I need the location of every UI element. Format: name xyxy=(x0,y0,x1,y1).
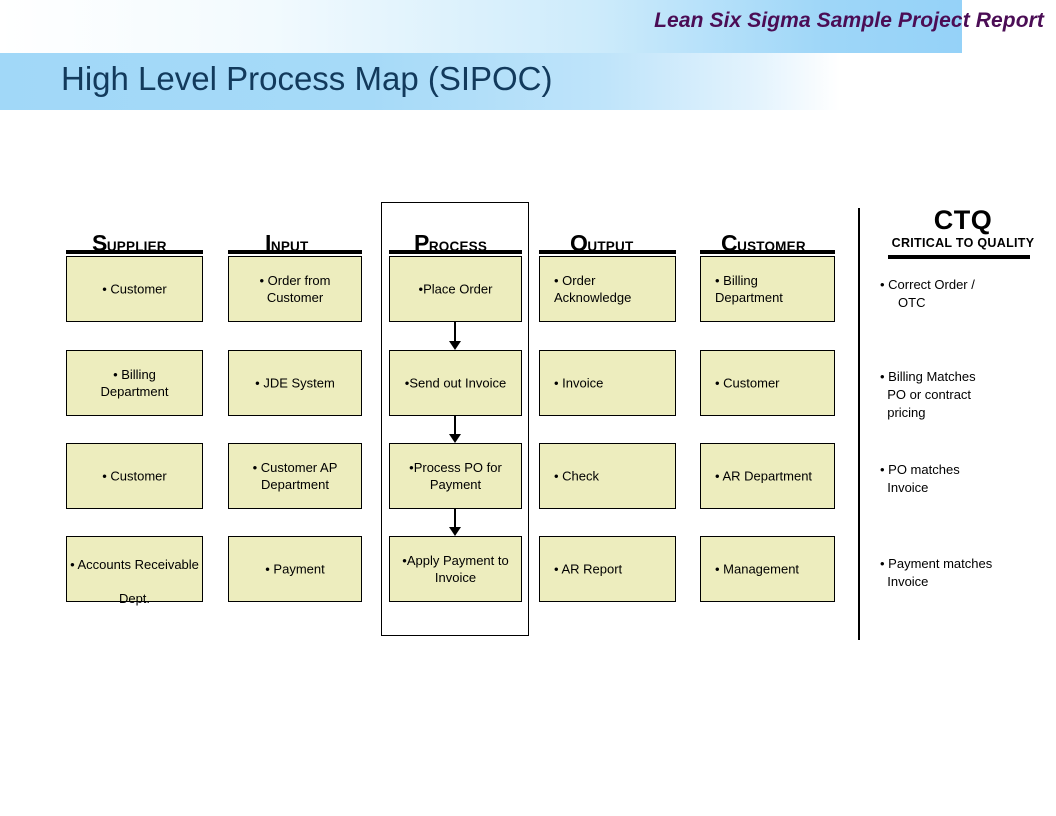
sipoc-box-input-2[interactable]: • JDE System xyxy=(228,350,362,416)
sipoc-box-process-2[interactable]: •Send out Invoice xyxy=(389,350,522,416)
ctq-item-4: • Payment matches Invoice xyxy=(880,556,993,589)
sipoc-box-label: • Customer xyxy=(102,281,167,297)
column-rule-supplier xyxy=(66,250,203,254)
sipoc-box-customer-4[interactable]: • Management xyxy=(700,536,835,602)
column-rule-input xyxy=(228,250,362,254)
page-title: High Level Process Map (SIPOC) xyxy=(61,60,553,97)
sipoc-box-label: • AR Department xyxy=(715,468,813,484)
sipoc-box-supplier-1[interactable]: • Customer xyxy=(66,256,203,322)
sipoc-box-customer-3[interactable]: • AR Department xyxy=(700,443,835,509)
sipoc-box-label: • Accounts Receivable Dept. xyxy=(70,557,199,606)
process-arrow-3 xyxy=(449,509,461,536)
sipoc-box-input-3[interactable]: • Customer AP Department xyxy=(228,443,362,509)
sipoc-box-label: • JDE System xyxy=(255,375,335,391)
column-rule-customer xyxy=(700,250,835,254)
sipoc-box-label: • Customer AP Department xyxy=(252,460,338,492)
sipoc-box-supplier-3[interactable]: • Customer xyxy=(66,443,203,509)
sipoc-box-process-1[interactable]: •Place Order xyxy=(389,256,522,322)
process-arrow-2 xyxy=(449,416,461,443)
sipoc-box-input-4[interactable]: • Payment xyxy=(228,536,362,602)
ctq-title: CTQ xyxy=(933,205,993,235)
sipoc-box-process-3[interactable]: •Process PO for Payment xyxy=(389,443,522,509)
sipoc-box-label: • Order Acknowledge xyxy=(554,273,632,305)
sipoc-box-label: •Send out Invoice xyxy=(404,375,507,391)
sipoc-box-label: •Process PO for Payment xyxy=(409,460,502,492)
ctq-item-3: • PO matches Invoice xyxy=(880,462,960,495)
sipoc-box-label: • Billing Department xyxy=(715,273,783,305)
sipoc-box-label: • Management xyxy=(715,561,800,577)
sipoc-box-customer-1[interactable]: • Billing Department xyxy=(700,256,835,322)
sipoc-box-label: • Billing Department xyxy=(100,367,169,399)
sipoc-box-input-1[interactable]: • Order from Customer xyxy=(228,256,362,322)
sipoc-box-process-4[interactable]: •Apply Payment to Invoice xyxy=(389,536,522,602)
column-rule-output xyxy=(539,250,676,254)
ctq-rule xyxy=(888,255,1030,259)
sipoc-box-customer-2[interactable]: • Customer xyxy=(700,350,835,416)
ctq-subtitle: CRITICAL TO QUALITY xyxy=(891,236,1035,250)
sipoc-box-label: • Order from Customer xyxy=(259,273,331,305)
report-kicker: Lean Six Sigma Sample Project Report xyxy=(654,9,1044,32)
sipoc-box-label: •Place Order xyxy=(418,281,493,297)
slide-canvas: Lean Six Sigma Sample Project Report Hig… xyxy=(0,0,1056,816)
sipoc-box-supplier-4[interactable]: • Accounts Receivable Dept. xyxy=(66,536,203,606)
sipoc-box-label: • Payment xyxy=(265,561,325,577)
sipoc-box-output-2[interactable]: • Invoice xyxy=(539,350,676,416)
sipoc-box-output-3[interactable]: • Check xyxy=(539,443,676,509)
ctq-item-2: • Billing Matches PO or contract pricing xyxy=(880,369,976,420)
sipoc-box-label: • Customer xyxy=(102,468,167,484)
ctq-item-1: • Correct Order / OTC xyxy=(880,277,975,310)
process-arrow-1 xyxy=(449,322,461,350)
sipoc-box-label: • AR Report xyxy=(554,561,623,577)
sipoc-box-label: • Invoice xyxy=(554,375,604,391)
sipoc-box-output-1[interactable]: • Order Acknowledge xyxy=(539,256,676,322)
sipoc-box-label: •Apply Payment to Invoice xyxy=(402,553,509,585)
column-rule-process xyxy=(389,250,522,254)
ctq-divider-line xyxy=(858,208,860,640)
sipoc-box-supplier-2[interactable]: • Billing Department xyxy=(66,350,203,416)
sipoc-box-label: • Customer xyxy=(715,375,780,391)
sipoc-box-label: • Check xyxy=(554,468,600,484)
sipoc-box-output-4[interactable]: • AR Report xyxy=(539,536,676,602)
